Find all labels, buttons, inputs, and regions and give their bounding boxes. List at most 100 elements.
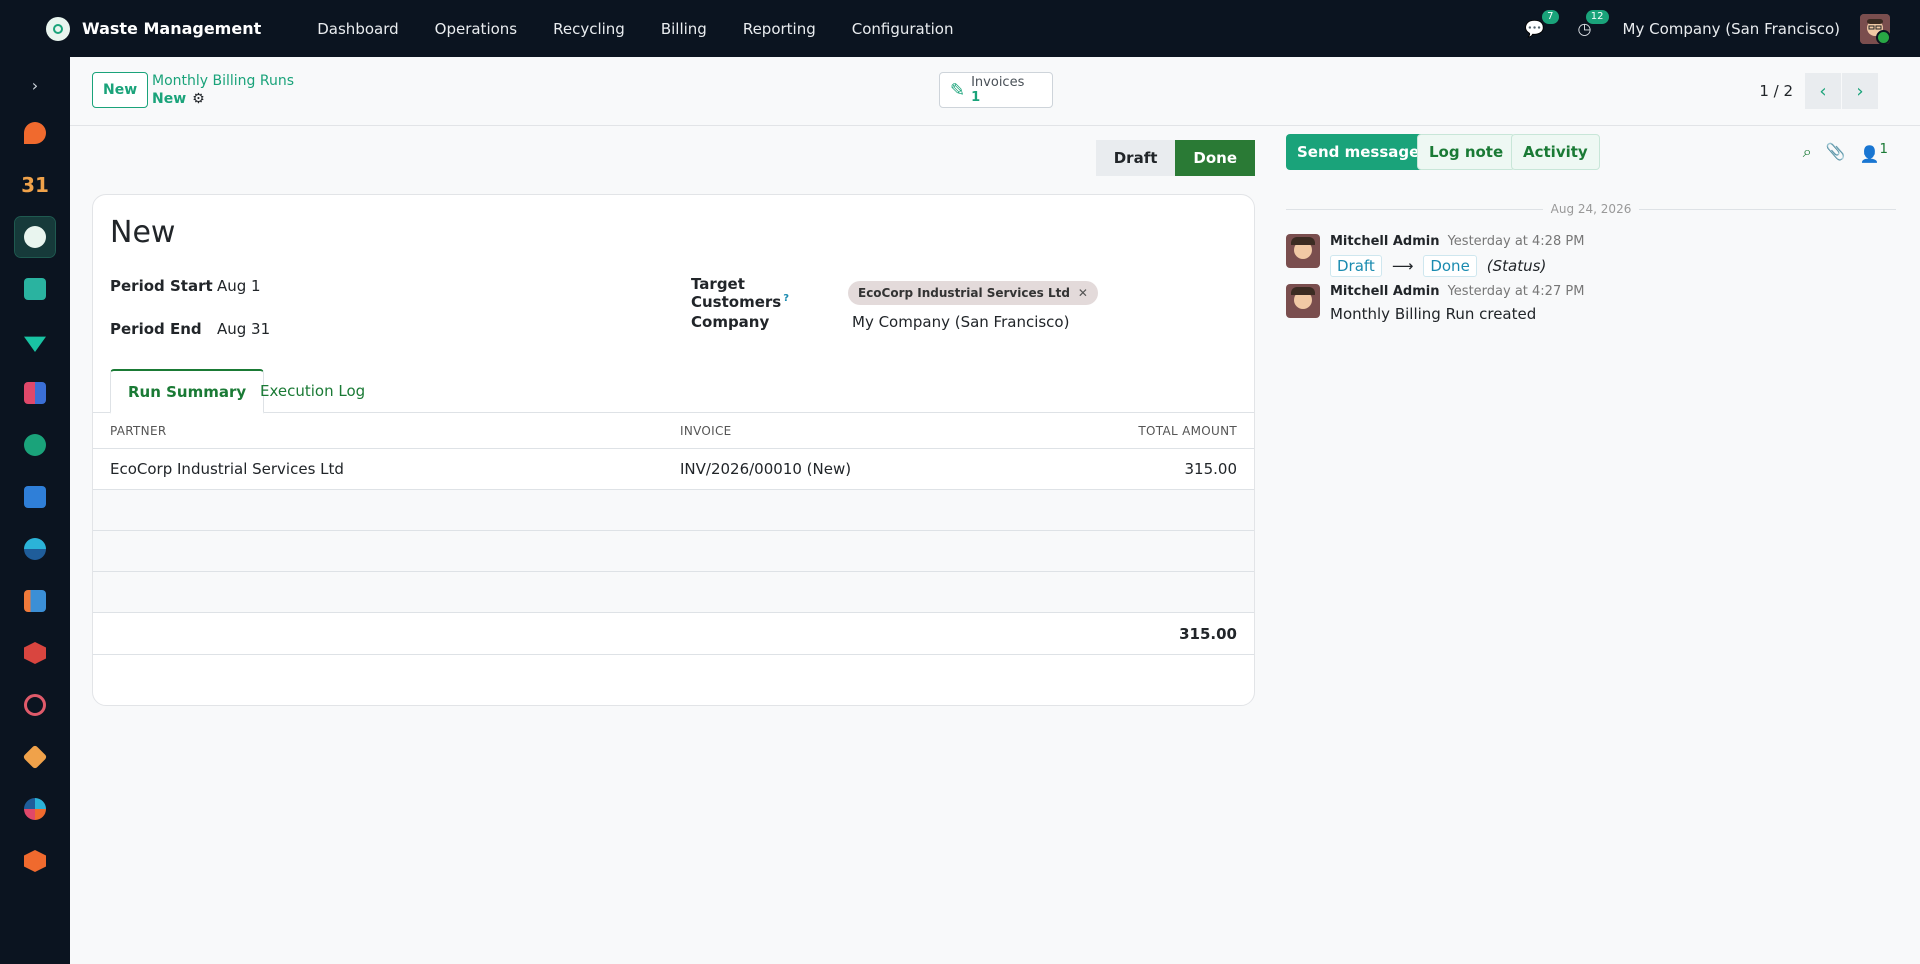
user-avatar[interactable] bbox=[1860, 13, 1890, 44]
breadcrumb-current-label: New bbox=[152, 91, 187, 107]
menu-operations[interactable]: Operations bbox=[435, 20, 517, 38]
target-customer-tag[interactable]: EcoCorp Industrial Services Ltd ✕ bbox=[848, 281, 1098, 305]
author-avatar[interactable] bbox=[1286, 284, 1320, 318]
app-fleet-icon[interactable] bbox=[15, 685, 55, 725]
empty-row bbox=[93, 572, 1254, 613]
gear-icon[interactable]: ⚙ bbox=[192, 91, 205, 107]
menu-dashboard[interactable]: Dashboard bbox=[317, 20, 398, 38]
status-bar: Draft Done bbox=[1095, 140, 1255, 176]
pager-value[interactable]: 1 / 2 bbox=[1759, 82, 1793, 100]
remove-tag-close-icon[interactable]: ✕ bbox=[1078, 286, 1088, 300]
app-settings-icon[interactable] bbox=[15, 841, 55, 881]
activity-button[interactable]: Activity bbox=[1511, 134, 1600, 170]
sidebar-toggle-chevron-icon[interactable]: › bbox=[0, 57, 70, 113]
message-content: Mitchell Admin Yesterday at 4:28 PM Draf… bbox=[1330, 234, 1584, 277]
activities-count-badge: 12 bbox=[1585, 9, 1609, 24]
column-partner[interactable]: PARTNER bbox=[93, 424, 680, 438]
message-header: Mitchell Admin Yesterday at 4:28 PM bbox=[1330, 234, 1584, 249]
period-start-field: Period Start Aug 1 bbox=[110, 277, 261, 295]
app-inventory-icon[interactable] bbox=[15, 425, 55, 465]
period-start-input[interactable]: Aug 1 bbox=[217, 277, 261, 295]
author-avatar[interactable] bbox=[1286, 234, 1320, 268]
app-logo-icon[interactable] bbox=[46, 16, 70, 41]
breadcrumb-current: New ⚙ bbox=[152, 91, 294, 107]
new-record-button[interactable]: New bbox=[92, 72, 149, 108]
arrow-right-icon: ⟶ bbox=[1391, 257, 1414, 275]
stage-done[interactable]: Done bbox=[1175, 140, 1255, 176]
chatter-toolbar: ⌕ 📎 👤1 bbox=[1803, 142, 1888, 163]
tab-run-summary[interactable]: Run Summary bbox=[110, 369, 265, 414]
separator-line bbox=[1639, 208, 1896, 210]
table-row[interactable]: EcoCorp Industrial Services Ltd INV/2026… bbox=[93, 449, 1254, 490]
old-status: Draft bbox=[1330, 255, 1382, 277]
empty-row bbox=[93, 531, 1254, 572]
app-project-icon[interactable] bbox=[15, 581, 55, 621]
app-waste-management-icon[interactable] bbox=[14, 216, 56, 258]
app-calendar-icon[interactable]: 31 bbox=[15, 165, 55, 205]
target-customers-label: Target Customers bbox=[691, 275, 782, 311]
pager-next-chevron-right-icon[interactable]: › bbox=[1842, 73, 1878, 109]
run-summary-table: PARTNER INVOICE TOTAL AMOUNT EcoCorp Ind… bbox=[93, 413, 1254, 655]
period-end-field: Period End Aug 31 bbox=[110, 320, 270, 338]
company-input[interactable]: My Company (San Francisco) bbox=[852, 313, 1069, 331]
chat-bubble-icon: 💬 bbox=[1524, 19, 1545, 38]
message-content: Mitchell Admin Yesterday at 4:27 PM Mont… bbox=[1330, 284, 1584, 323]
menu-billing[interactable]: Billing bbox=[661, 20, 707, 38]
top-menu: Dashboard Operations Recycling Billing R… bbox=[317, 20, 989, 38]
app-contacts-icon[interactable] bbox=[15, 269, 55, 309]
company-switcher[interactable]: My Company (San Francisco) bbox=[1623, 20, 1840, 38]
date-separator: Aug 24, 2026 bbox=[1286, 202, 1896, 216]
stage-draft[interactable]: Draft bbox=[1095, 140, 1176, 176]
separator-line bbox=[1286, 208, 1543, 210]
help-tooltip-icon[interactable]: ? bbox=[783, 293, 789, 304]
message-author[interactable]: Mitchell Admin bbox=[1330, 284, 1439, 299]
followers-count: 1 bbox=[1879, 142, 1888, 157]
log-note-button[interactable]: Log note bbox=[1417, 134, 1516, 170]
record-title[interactable]: New bbox=[110, 215, 175, 250]
date-separator-label: Aug 24, 2026 bbox=[1550, 202, 1632, 216]
app-reporting-icon[interactable] bbox=[15, 789, 55, 829]
cell-invoice: INV/2026/00010 (New) bbox=[680, 460, 852, 478]
breadcrumb-parent-link[interactable]: Monthly Billing Runs bbox=[152, 73, 294, 89]
messaging-icon[interactable]: 💬 7 bbox=[1523, 9, 1559, 41]
tracking-value: Draft ⟶ Done (Status) bbox=[1330, 255, 1584, 277]
app-name[interactable]: Waste Management bbox=[82, 19, 261, 38]
message-time: Yesterday at 4:27 PM bbox=[1447, 284, 1585, 299]
app-website-icon[interactable] bbox=[15, 529, 55, 569]
company-label: Company bbox=[691, 313, 770, 331]
new-status: Done bbox=[1423, 255, 1477, 277]
invoices-smart-button[interactable]: ✎ Invoices 1 bbox=[939, 72, 1053, 108]
company-field: Company My Company (San Francisco) bbox=[691, 313, 1069, 331]
send-message-button[interactable]: Send message bbox=[1286, 134, 1431, 170]
message-author[interactable]: Mitchell Admin bbox=[1330, 234, 1439, 249]
period-end-label: Period End bbox=[110, 320, 202, 338]
app-discuss-icon[interactable] bbox=[15, 113, 55, 153]
navbar-systray: 💬 7 ◷ 12 My Company (San Francisco) bbox=[1523, 0, 1920, 57]
app-manufacturing-icon[interactable] bbox=[15, 633, 55, 673]
menu-reporting[interactable]: Reporting bbox=[743, 20, 816, 38]
column-invoice[interactable]: INVOICE bbox=[680, 424, 1130, 438]
activities-icon[interactable]: ◷ 12 bbox=[1573, 9, 1609, 41]
menu-recycling[interactable]: Recycling bbox=[553, 20, 625, 38]
paperclip-icon[interactable]: 📎 bbox=[1826, 142, 1846, 163]
pager-previous-chevron-left-icon[interactable]: ‹ bbox=[1805, 73, 1841, 109]
empty-row bbox=[93, 490, 1254, 531]
pager: 1 / 2 ‹ › bbox=[1759, 73, 1878, 109]
message-body: Monthly Billing Run created bbox=[1330, 305, 1537, 323]
column-total-amount[interactable]: TOTAL AMOUNT bbox=[1130, 424, 1254, 438]
messages-count-badge: 7 bbox=[1542, 9, 1559, 24]
followers-button[interactable]: 👤1 bbox=[1860, 142, 1888, 163]
breadcrumb: Monthly Billing Runs New ⚙ bbox=[152, 73, 294, 107]
app-sales-icon[interactable] bbox=[15, 737, 55, 777]
menu-configuration[interactable]: Configuration bbox=[852, 20, 954, 38]
chatter-message: Mitchell Admin Yesterday at 4:27 PM Mont… bbox=[1286, 284, 1584, 323]
app-crm-icon[interactable] bbox=[15, 321, 55, 361]
tag-label: EcoCorp Industrial Services Ltd bbox=[858, 286, 1070, 300]
table-footer: 315.00 bbox=[93, 613, 1254, 655]
app-invoicing-icon[interactable] bbox=[15, 477, 55, 517]
period-end-input[interactable]: Aug 31 bbox=[217, 320, 270, 338]
search-icon[interactable]: ⌕ bbox=[1803, 142, 1812, 163]
app-dashboards-icon[interactable] bbox=[15, 373, 55, 413]
smart-button-value: 1 bbox=[971, 90, 981, 105]
tab-execution-log[interactable]: Execution Log bbox=[243, 369, 382, 413]
